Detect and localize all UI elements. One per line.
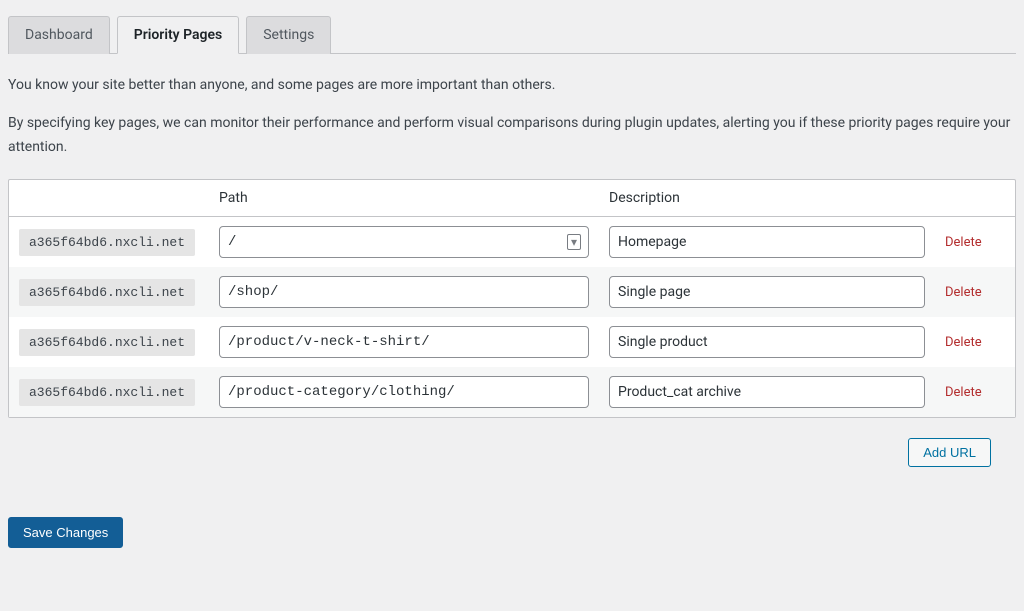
table-row: a365f64bd6.nxcli.net Delete: [9, 317, 1015, 367]
domain-label: a365f64bd6.nxcli.net: [19, 329, 195, 356]
col-header-description: Description: [599, 180, 935, 217]
col-header-action: [935, 180, 1015, 217]
path-input[interactable]: [219, 376, 589, 408]
tabs-nav: Dashboard Priority Pages Settings: [8, 16, 1016, 54]
intro-text: You know your site better than anyone, a…: [8, 74, 1016, 159]
priority-pages-table: Path Description a365f64bd6.nxcli.net ▾ De…: [8, 179, 1016, 418]
path-input[interactable]: [219, 326, 589, 358]
add-url-button[interactable]: Add URL: [908, 438, 991, 467]
domain-label: a365f64bd6.nxcli.net: [19, 379, 195, 406]
description-input[interactable]: [609, 226, 925, 258]
description-input[interactable]: [609, 376, 925, 408]
table-row: a365f64bd6.nxcli.net Delete: [9, 267, 1015, 317]
delete-link[interactable]: Delete: [945, 235, 982, 250]
intro-paragraph-2: By specifying key pages, we can monitor …: [8, 112, 1016, 160]
delete-link[interactable]: Delete: [945, 285, 982, 300]
description-input[interactable]: [609, 326, 925, 358]
tab-priority-pages[interactable]: Priority Pages: [117, 16, 240, 54]
table-row: a365f64bd6.nxcli.net ▾ Delete: [9, 217, 1015, 267]
tab-settings[interactable]: Settings: [246, 16, 331, 54]
autofill-icon[interactable]: ▾: [567, 234, 581, 250]
tab-dashboard[interactable]: Dashboard: [8, 16, 110, 54]
delete-link[interactable]: Delete: [945, 335, 982, 350]
col-header-path: Path: [209, 180, 599, 217]
domain-label: a365f64bd6.nxcli.net: [19, 279, 195, 306]
delete-link[interactable]: Delete: [945, 385, 982, 400]
description-input[interactable]: [609, 276, 925, 308]
path-input[interactable]: [219, 226, 589, 258]
domain-label: a365f64bd6.nxcli.net: [19, 229, 195, 256]
save-changes-button[interactable]: Save Changes: [8, 517, 123, 548]
intro-paragraph-1: You know your site better than anyone, a…: [8, 74, 1016, 98]
col-header-domain: [9, 180, 209, 217]
path-input[interactable]: [219, 276, 589, 308]
table-row: a365f64bd6.nxcli.net Delete: [9, 367, 1015, 417]
